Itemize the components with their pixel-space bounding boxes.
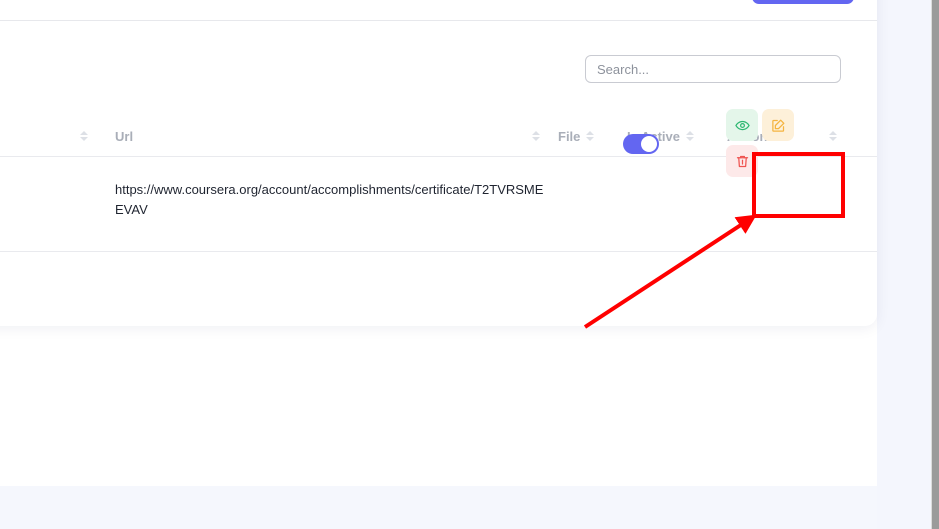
toggle-knob bbox=[641, 136, 657, 152]
search-input[interactable] bbox=[585, 55, 841, 83]
column-header-url-label: Url bbox=[115, 129, 133, 144]
trash-icon bbox=[735, 154, 750, 169]
sort-icon[interactable] bbox=[532, 131, 540, 141]
sort-icon[interactable] bbox=[586, 131, 594, 141]
sort-icon[interactable] bbox=[80, 131, 88, 141]
column-header-url[interactable]: Url bbox=[115, 118, 540, 154]
browser-scrollbar[interactable] bbox=[931, 0, 939, 529]
add-new-button[interactable]: + Add New bbox=[752, 0, 854, 4]
content-card: + Add New tle Url bbox=[0, 0, 877, 326]
delete-button[interactable] bbox=[726, 145, 758, 177]
search-container bbox=[585, 55, 841, 83]
is-active-toggle[interactable] bbox=[623, 134, 659, 154]
edit-button[interactable] bbox=[762, 109, 794, 141]
cell-title: for Medical agnosis bbox=[0, 180, 50, 220]
column-header-file-label: File bbox=[558, 129, 580, 144]
cell-title-line-1: for Medical bbox=[0, 180, 50, 200]
eye-icon bbox=[735, 118, 750, 133]
sort-icon[interactable] bbox=[829, 131, 837, 141]
cell-title-line-2: agnosis bbox=[0, 200, 50, 220]
scrollbar-thumb[interactable] bbox=[932, 0, 939, 529]
page-background-strip bbox=[877, 0, 931, 529]
actions-cell bbox=[726, 109, 802, 177]
view-button[interactable] bbox=[726, 109, 758, 141]
column-header-title[interactable]: tle bbox=[0, 118, 88, 154]
table-row-divider bbox=[0, 251, 877, 252]
edit-icon bbox=[771, 118, 786, 133]
card-divider bbox=[0, 20, 877, 21]
column-header-file[interactable]: File bbox=[558, 118, 594, 154]
sort-icon[interactable] bbox=[686, 131, 694, 141]
cell-url: https://www.coursera.org/account/accompl… bbox=[115, 180, 545, 220]
screenshot-root: + Add New tle Url bbox=[0, 0, 939, 529]
page-background-bottom bbox=[0, 486, 877, 529]
